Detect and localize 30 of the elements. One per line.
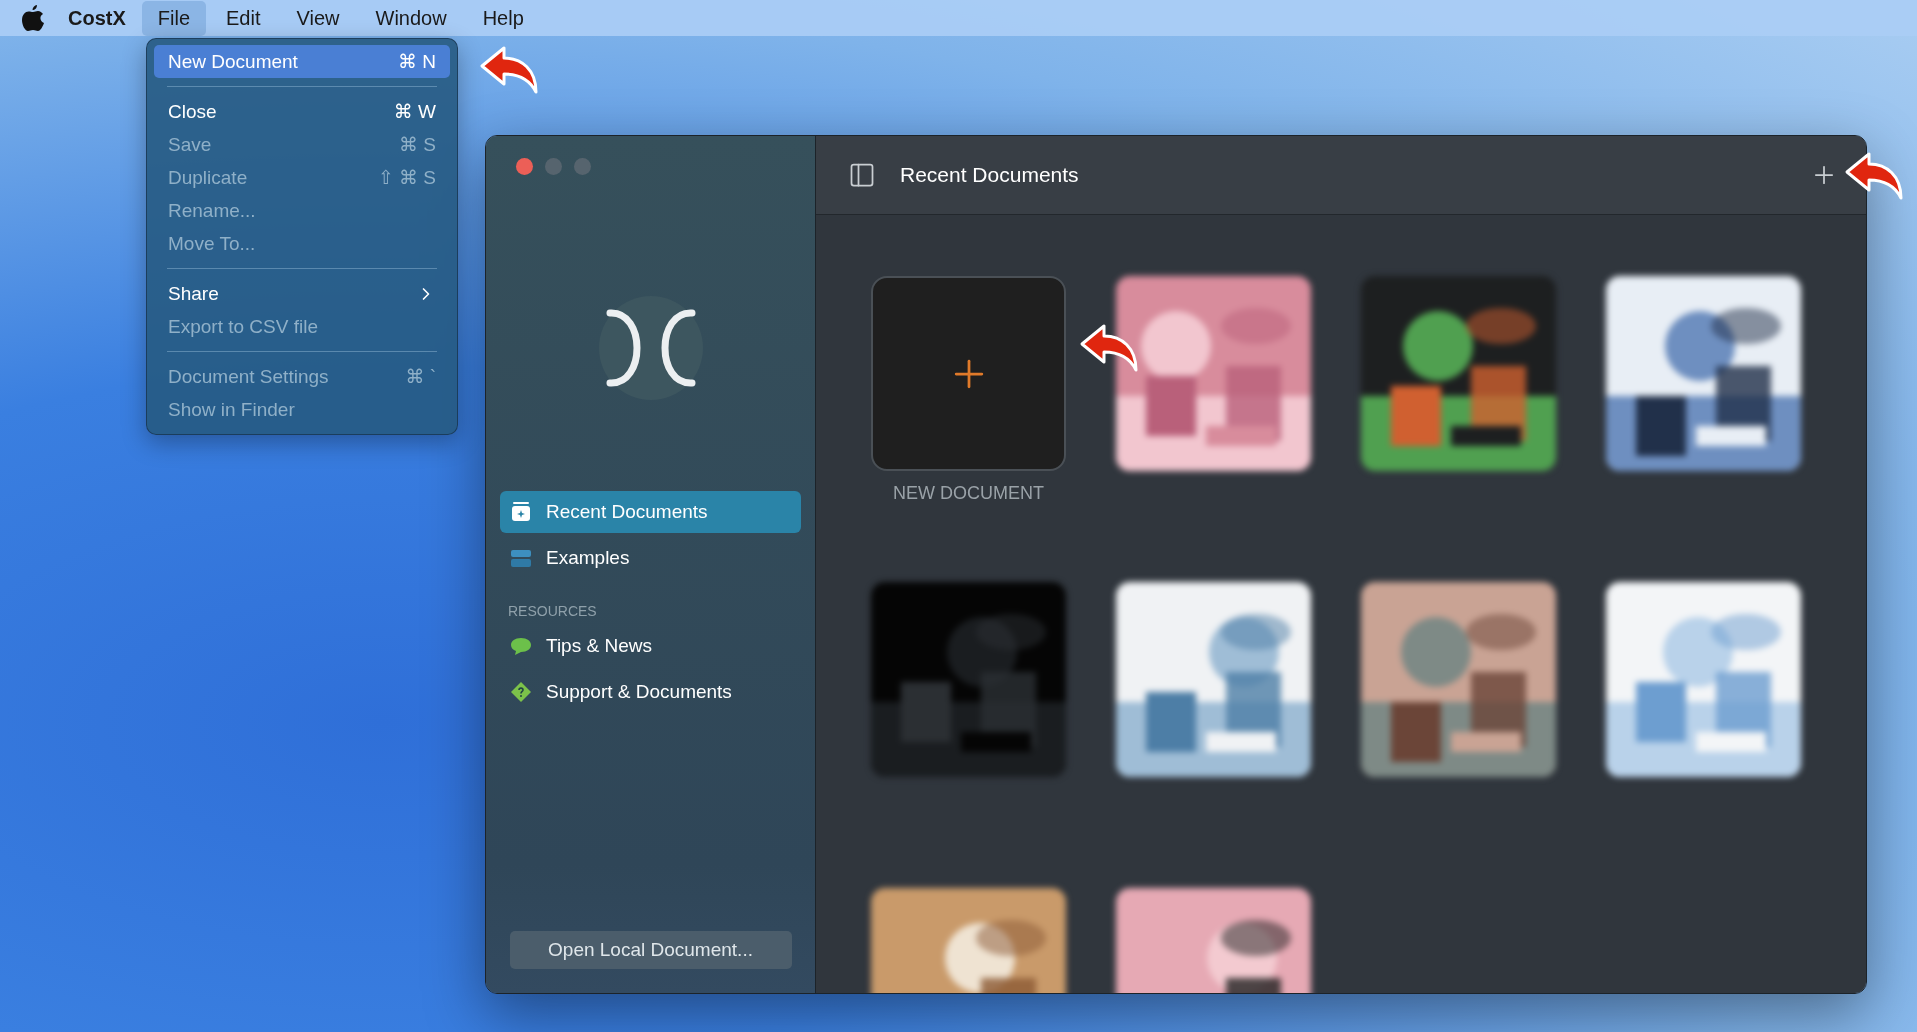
sidebar-item[interactable]: Examples	[500, 537, 801, 579]
new-document-tile[interactable]	[871, 276, 1066, 471]
sidebar-item[interactable]: Support & Documents	[500, 671, 801, 713]
sidebar-item[interactable]: Recent Documents	[500, 491, 801, 533]
sidebar-toggle-icon[interactable]	[848, 161, 876, 189]
speech-bubble-icon	[510, 635, 532, 657]
sidebar-item[interactable]: Tips & News	[500, 625, 801, 667]
menu-title[interactable]: View	[280, 0, 356, 36]
menu-title[interactable]: Edit	[210, 0, 277, 36]
close-window-button[interactable]	[516, 158, 533, 175]
menu-item[interactable]: Share	[154, 277, 450, 310]
app-name[interactable]: CostX	[48, 6, 138, 30]
shortcut-label: ⌘ `	[405, 365, 436, 388]
shortcut-label: ⌘ N	[398, 50, 436, 73]
apple-icon[interactable]	[22, 5, 44, 31]
menu-title[interactable]: Help	[466, 0, 540, 36]
menu-item[interactable]: Close ⌘ W	[154, 95, 450, 128]
shortcut-label: ⌘ W	[393, 100, 436, 123]
toolbox-icon	[510, 547, 532, 569]
shortcut-label: ⇧ ⌘ S	[377, 166, 436, 189]
section-heading: RESOURCES	[508, 603, 598, 619]
help-diamond-icon	[510, 681, 532, 703]
open-local-document-button[interactable]: Open Local Document...	[509, 931, 792, 969]
menu-title[interactable]: Window	[359, 0, 463, 36]
archive-box-icon	[510, 501, 532, 523]
menu-title[interactable]: File	[141, 0, 207, 36]
window-title: Recent Documents	[900, 163, 1080, 187]
shortcut-label: ⌘ S	[399, 133, 436, 156]
menu-item[interactable]: New Document ⌘ N	[154, 45, 450, 78]
tile-label: NEW DOCUMENT	[892, 483, 1045, 504]
